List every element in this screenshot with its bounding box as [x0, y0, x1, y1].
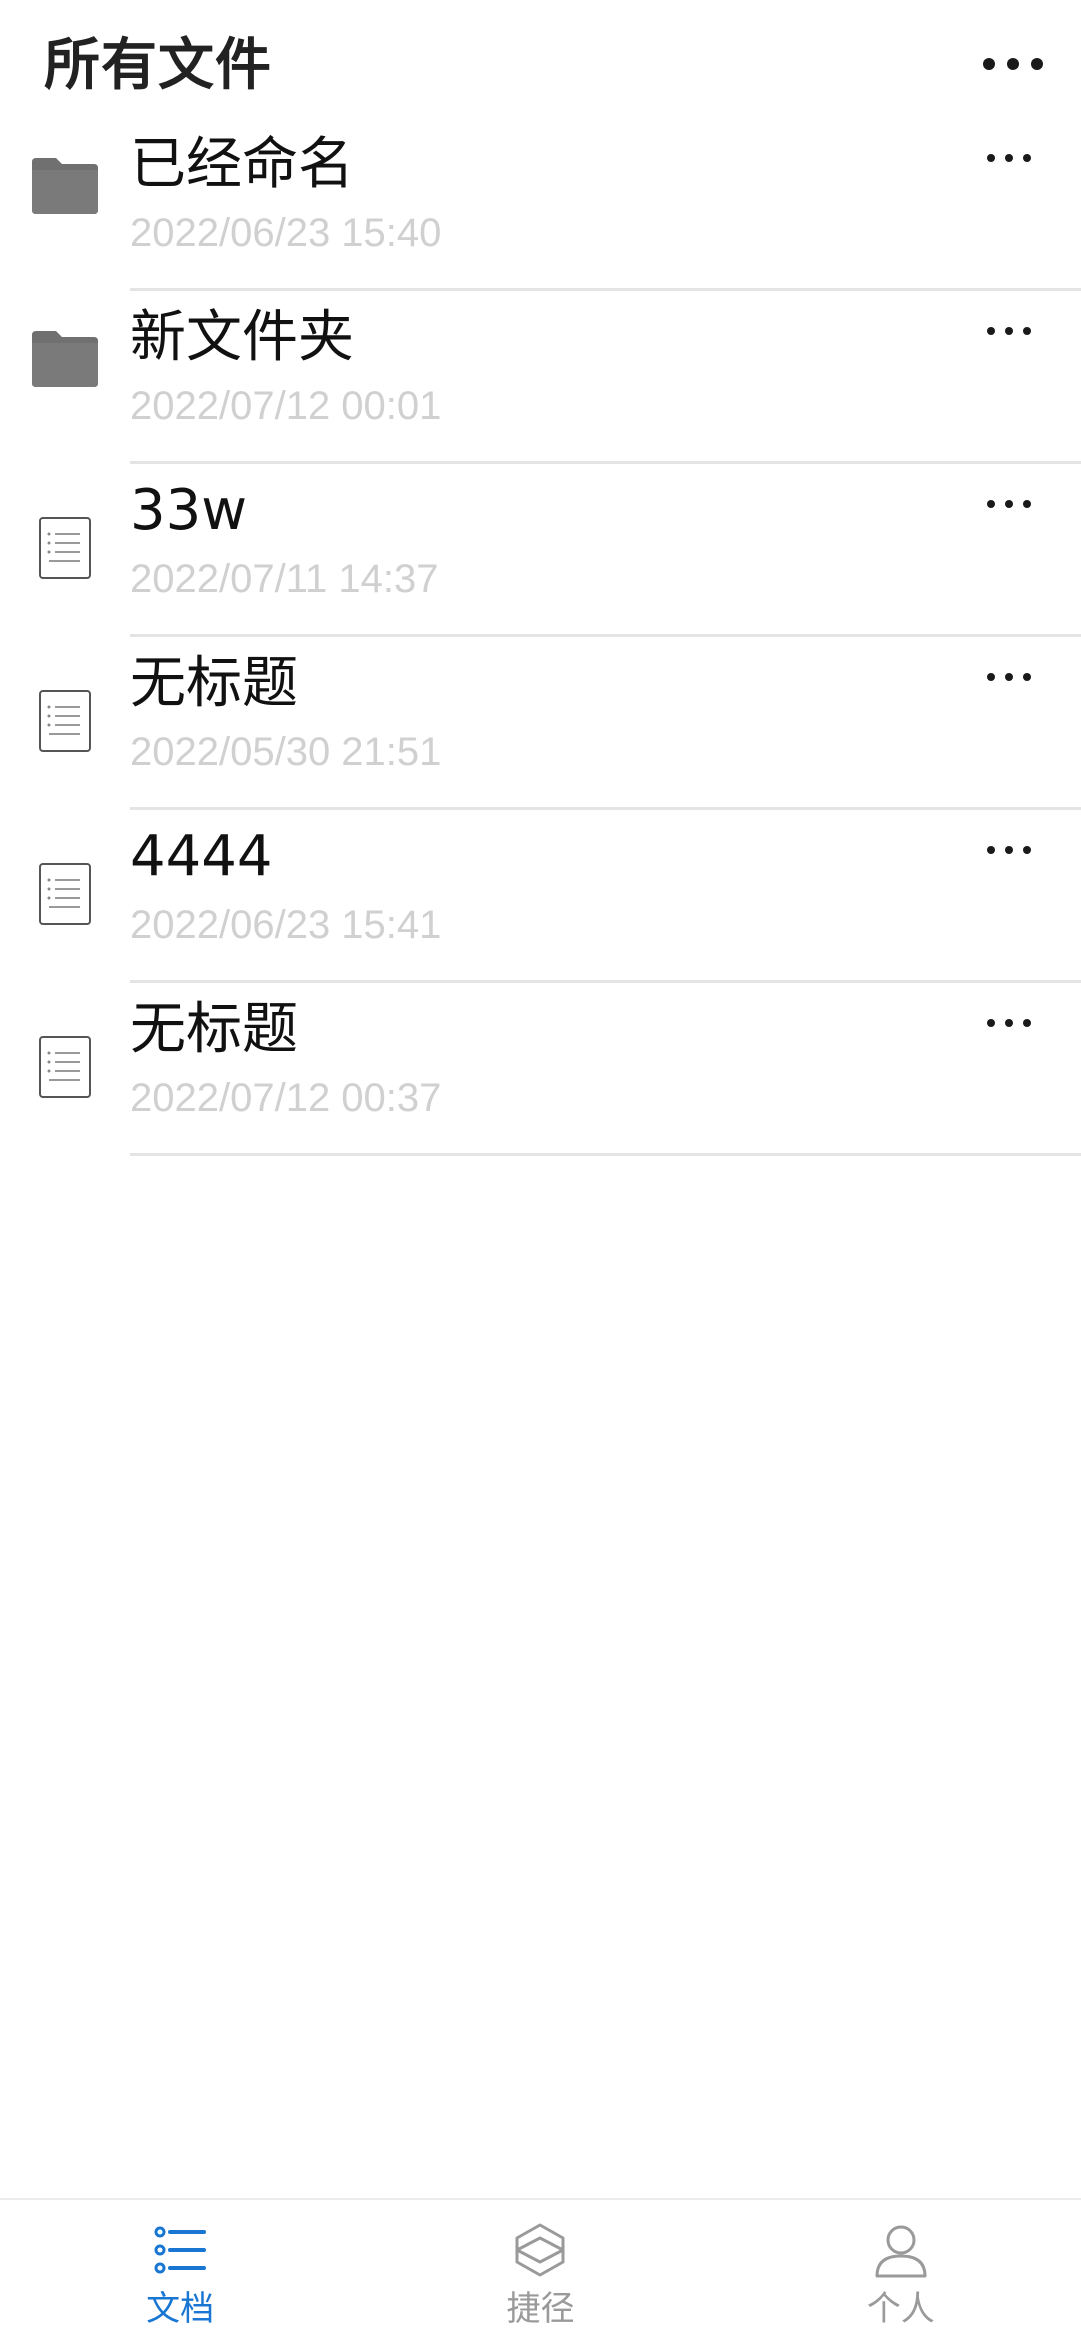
file-name: 已经命名	[130, 132, 354, 197]
file-manager-screen: 所有文件 已经命名 2022/06/23 15:40 新文件夹 2022/07/…	[0, 0, 1081, 2340]
page-title: 所有文件	[44, 33, 272, 98]
tab-documents[interactable]: 文档	[0, 2200, 360, 2340]
document-icon	[39, 1036, 91, 1098]
file-date: 2022/06/23 15:41	[130, 903, 442, 947]
file-name: 新文件夹	[130, 305, 354, 370]
header-more-button[interactable]	[983, 46, 1043, 82]
more-dot-icon	[1023, 154, 1031, 162]
more-dot-icon	[1005, 1019, 1013, 1027]
person-icon	[875, 2225, 927, 2278]
document-icon	[39, 863, 91, 925]
row-more-button[interactable]	[987, 146, 1031, 170]
tab-label: 个人	[866, 2289, 935, 2329]
more-dot-icon	[987, 154, 995, 162]
folder-icon	[32, 331, 98, 387]
more-dot-icon	[1005, 673, 1013, 681]
more-dot-icon	[987, 1019, 995, 1027]
more-dot-icon	[1005, 154, 1013, 162]
more-dot-icon	[1023, 673, 1031, 681]
file-row-document[interactable]: 无标题 2022/07/12 00:37	[0, 983, 1081, 1156]
bottom-tab-bar: 文档 捷径 个人	[0, 2198, 1081, 2340]
more-dot-icon	[1005, 500, 1013, 508]
row-more-button[interactable]	[987, 492, 1031, 516]
more-dot-icon	[987, 500, 995, 508]
file-name: 33w	[130, 478, 248, 543]
file-list: 已经命名 2022/06/23 15:40 新文件夹 2022/07/12 00…	[0, 118, 1081, 1156]
more-dot-icon	[1005, 846, 1013, 854]
more-dot-icon	[1031, 58, 1043, 70]
more-dot-icon	[1023, 1019, 1031, 1027]
file-date: 2022/07/12 00:01	[130, 384, 442, 428]
more-dot-icon	[987, 673, 995, 681]
file-date: 2022/05/30 21:51	[130, 730, 442, 774]
more-dot-icon	[1023, 500, 1031, 508]
file-name: 4444	[130, 824, 273, 889]
file-row-document[interactable]: 4444 2022/06/23 15:41	[0, 810, 1081, 983]
cube-icon	[515, 2223, 565, 2277]
file-name: 无标题	[130, 997, 298, 1062]
file-row-folder[interactable]: 已经命名 2022/06/23 15:40	[0, 118, 1081, 291]
file-date: 2022/07/11 14:37	[130, 557, 439, 601]
row-more-button[interactable]	[987, 319, 1031, 343]
row-more-button[interactable]	[987, 838, 1031, 862]
folder-icon	[32, 158, 98, 214]
row-more-button[interactable]	[987, 665, 1031, 689]
list-icon	[154, 2226, 207, 2274]
tab-shortcuts[interactable]: 捷径	[360, 2200, 720, 2340]
file-date: 2022/07/12 00:37	[130, 1076, 442, 1120]
file-row-folder[interactable]: 新文件夹 2022/07/12 00:01	[0, 291, 1081, 464]
tab-label: 文档	[146, 2289, 215, 2329]
tab-label: 捷径	[506, 2289, 575, 2329]
more-dot-icon	[987, 327, 995, 335]
header: 所有文件	[0, 0, 1081, 130]
more-dot-icon	[1023, 327, 1031, 335]
tab-profile[interactable]: 个人	[721, 2200, 1081, 2340]
file-row-document[interactable]: 33w 2022/07/11 14:37	[0, 464, 1081, 637]
document-icon	[39, 517, 91, 579]
more-dot-icon	[1007, 58, 1019, 70]
file-name: 无标题	[130, 651, 298, 716]
file-row-document[interactable]: 无标题 2022/05/30 21:51	[0, 637, 1081, 810]
divider	[130, 1153, 1081, 1156]
more-dot-icon	[987, 846, 995, 854]
file-date: 2022/06/23 15:40	[130, 211, 442, 255]
document-icon	[39, 690, 91, 752]
more-dot-icon	[1023, 846, 1031, 854]
more-dot-icon	[1005, 327, 1013, 335]
more-dot-icon	[983, 58, 995, 70]
row-more-button[interactable]	[987, 1011, 1031, 1035]
